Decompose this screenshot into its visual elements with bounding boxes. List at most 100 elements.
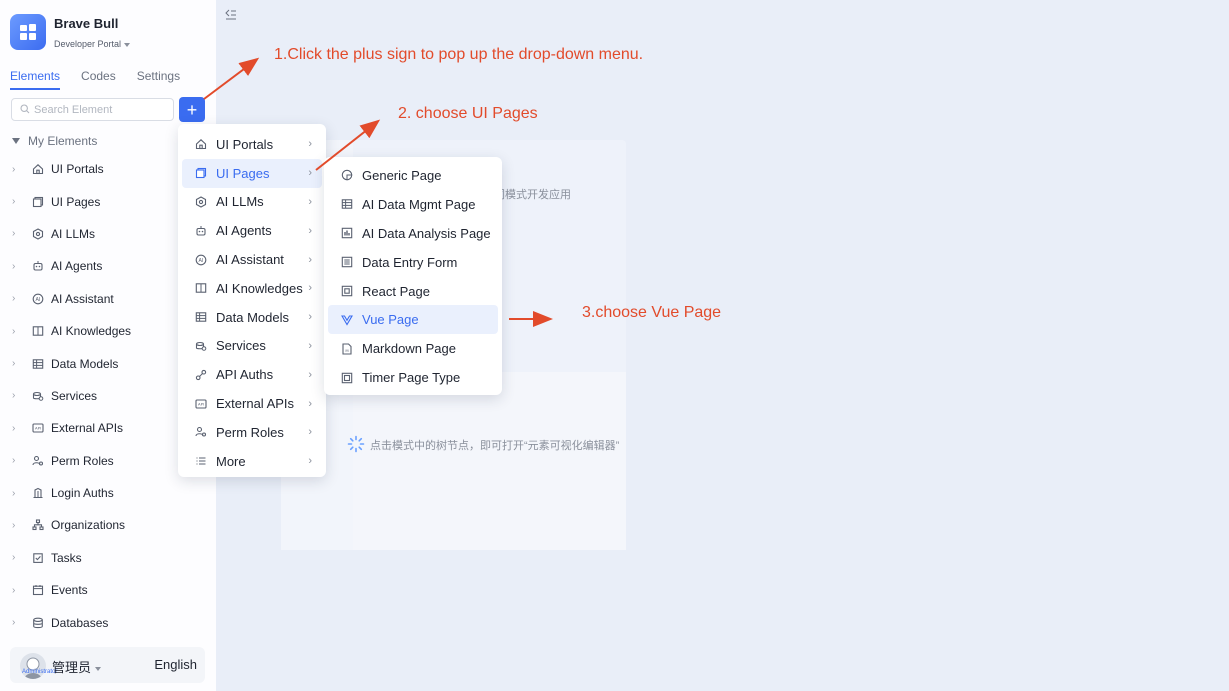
pages-icon xyxy=(194,167,207,180)
menu-item-data-models[interactable]: Data Models › xyxy=(182,303,322,332)
menu-item-ai-assistant[interactable]: AI AI Assistant › xyxy=(182,245,322,274)
tree-item-label: Data Models xyxy=(51,356,119,371)
search-input[interactable] xyxy=(34,103,164,116)
login-icon xyxy=(31,486,45,500)
tree-item-tasks[interactable]: › Tasks xyxy=(12,542,212,574)
menu-item-ai-agents[interactable]: AI Agents › xyxy=(182,216,322,245)
chevron-right-icon[interactable]: › xyxy=(12,488,24,499)
portal-selector[interactable]: Developer Portal xyxy=(54,39,131,49)
chevron-right-icon[interactable]: › xyxy=(12,390,24,401)
chevron-right-icon: › xyxy=(308,224,312,237)
database-icon xyxy=(31,616,45,630)
chevron-right-icon: › xyxy=(308,311,312,324)
menu-item-label: React Page xyxy=(362,283,430,299)
tree-item-login-auths[interactable]: › Login Auths xyxy=(12,477,212,509)
menu-item-label: Perm Roles xyxy=(216,424,284,440)
generic-page-icon xyxy=(340,169,353,182)
app-logo-icon[interactable] xyxy=(10,14,46,50)
portal-selector-label: Developer Portal xyxy=(54,39,122,49)
menu-item-ui-portals[interactable]: UI Portals › xyxy=(182,130,322,159)
add-element-button[interactable]: + xyxy=(179,97,205,122)
table-icon xyxy=(194,311,207,324)
menu-item-label: UI Pages xyxy=(216,165,270,181)
api-icon: API xyxy=(194,397,207,410)
menu-item-ai-llms[interactable]: AI LLMs › xyxy=(182,188,322,217)
ai-assistant-icon: AI xyxy=(31,292,45,306)
timer-icon xyxy=(340,371,353,384)
menu-item-more[interactable]: More › xyxy=(182,447,322,476)
submenu-item-timer-page-type[interactable]: Timer Page Type xyxy=(328,363,498,392)
chevron-right-icon[interactable]: › xyxy=(12,552,24,563)
chevron-right-icon: › xyxy=(308,253,312,266)
submenu-item-generic-page[interactable]: Generic Page xyxy=(328,161,498,190)
tree-item-label: Tasks xyxy=(51,550,82,565)
menu-item-ai-knowledges[interactable]: AI Knowledges › xyxy=(182,274,322,303)
menu-item-api-auths[interactable]: API Auths › xyxy=(182,360,322,389)
ui-pages-submenu: Generic Page AI Data Mgmt Page AI Data Ana… xyxy=(324,157,502,395)
tab-codes[interactable]: Codes xyxy=(81,69,116,90)
chevron-right-icon[interactable]: › xyxy=(12,228,24,239)
submenu-item-data-entry-form[interactable]: Data Entry Form xyxy=(328,248,498,277)
submenu-item-markdown-page[interactable]: M Markdown Page xyxy=(328,334,498,363)
markdown-icon: M xyxy=(340,342,353,355)
tree-item-events[interactable]: › Events xyxy=(12,574,212,606)
menu-item-ui-pages[interactable]: UI Pages › xyxy=(182,158,322,188)
caret-down-icon xyxy=(124,42,131,47)
annotation-step1: 1.Click the plus sign to pop up the drop… xyxy=(274,46,644,63)
tab-settings[interactable]: Settings xyxy=(137,69,180,90)
chevron-right-icon[interactable]: › xyxy=(12,326,24,337)
tree-item-label: AI LLMs xyxy=(51,226,96,241)
tree-item-label: External APIs xyxy=(51,421,124,436)
tree-item-label: Services xyxy=(51,388,98,403)
annotation-step2: 2. choose UI Pages xyxy=(398,105,538,122)
pages-icon xyxy=(31,195,45,209)
bar-chart-icon xyxy=(340,227,353,240)
caret-down-icon xyxy=(95,666,102,671)
menu-item-label: AI Data Analysis Page xyxy=(362,225,491,241)
services-icon xyxy=(31,389,45,403)
menu-item-label: AI Knowledges xyxy=(216,280,303,296)
menu-item-label: More xyxy=(216,453,246,469)
search-box[interactable] xyxy=(11,98,174,121)
loading-icon xyxy=(347,435,365,453)
user-menu[interactable]: 管理员 xyxy=(52,657,102,676)
avatar[interactable] xyxy=(20,653,46,679)
language-switch[interactable]: English xyxy=(154,657,197,672)
svg-text:AI: AI xyxy=(198,257,203,263)
menu-item-label: Timer Page Type xyxy=(362,370,461,386)
tree-root-my-elements[interactable]: My Elements xyxy=(12,134,97,148)
chevron-right-icon[interactable]: › xyxy=(12,358,24,369)
submenu-item-react-page[interactable]: React Page xyxy=(328,277,498,306)
org-icon xyxy=(31,518,45,532)
tree-item-label: Login Auths xyxy=(51,486,114,501)
collapse-sidebar-icon[interactable] xyxy=(225,8,237,23)
annotation-step3: 3.choose Vue Page xyxy=(582,304,722,321)
chevron-right-icon: › xyxy=(308,339,312,352)
chevron-right-icon[interactable]: › xyxy=(12,423,24,434)
background-hint-bottom: 点击模式中的树节点，即可打开“元素可视化编辑器” xyxy=(370,440,620,452)
submenu-item-vue-page[interactable]: Vue Page xyxy=(328,305,498,335)
chevron-right-icon[interactable]: › xyxy=(12,293,24,304)
menu-item-external-apis[interactable]: API External APIs › xyxy=(182,389,322,418)
submenu-item-ai-data-mgmt-page[interactable]: AI Data Mgmt Page xyxy=(328,190,498,219)
tree-item-label: Organizations xyxy=(51,518,126,533)
chevron-right-icon[interactable]: › xyxy=(12,196,24,207)
chevron-right-icon: › xyxy=(308,138,312,151)
menu-item-perm-roles[interactable]: Perm Roles › xyxy=(182,418,322,447)
chevron-right-icon[interactable]: › xyxy=(12,261,24,272)
table-icon xyxy=(340,198,353,211)
tab-elements[interactable]: Elements xyxy=(10,69,61,90)
robot-icon xyxy=(31,259,45,273)
menu-item-label: UI Portals xyxy=(216,136,274,152)
chevron-right-icon[interactable]: › xyxy=(12,585,24,596)
chevron-right-icon[interactable]: › xyxy=(12,164,24,175)
tree-item-organizations[interactable]: › Organizations xyxy=(12,509,212,541)
chevron-right-icon[interactable]: › xyxy=(12,520,24,531)
tree-item-databases[interactable]: › Databases xyxy=(12,606,212,638)
chevron-right-icon[interactable]: › xyxy=(12,455,24,466)
roles-icon xyxy=(194,426,207,439)
chevron-right-icon: › xyxy=(308,426,312,439)
submenu-item-ai-data-analysis-page[interactable]: AI Data Analysis Page xyxy=(328,219,498,248)
menu-item-services[interactable]: Services › xyxy=(182,332,322,361)
chevron-right-icon[interactable]: › xyxy=(12,617,24,628)
